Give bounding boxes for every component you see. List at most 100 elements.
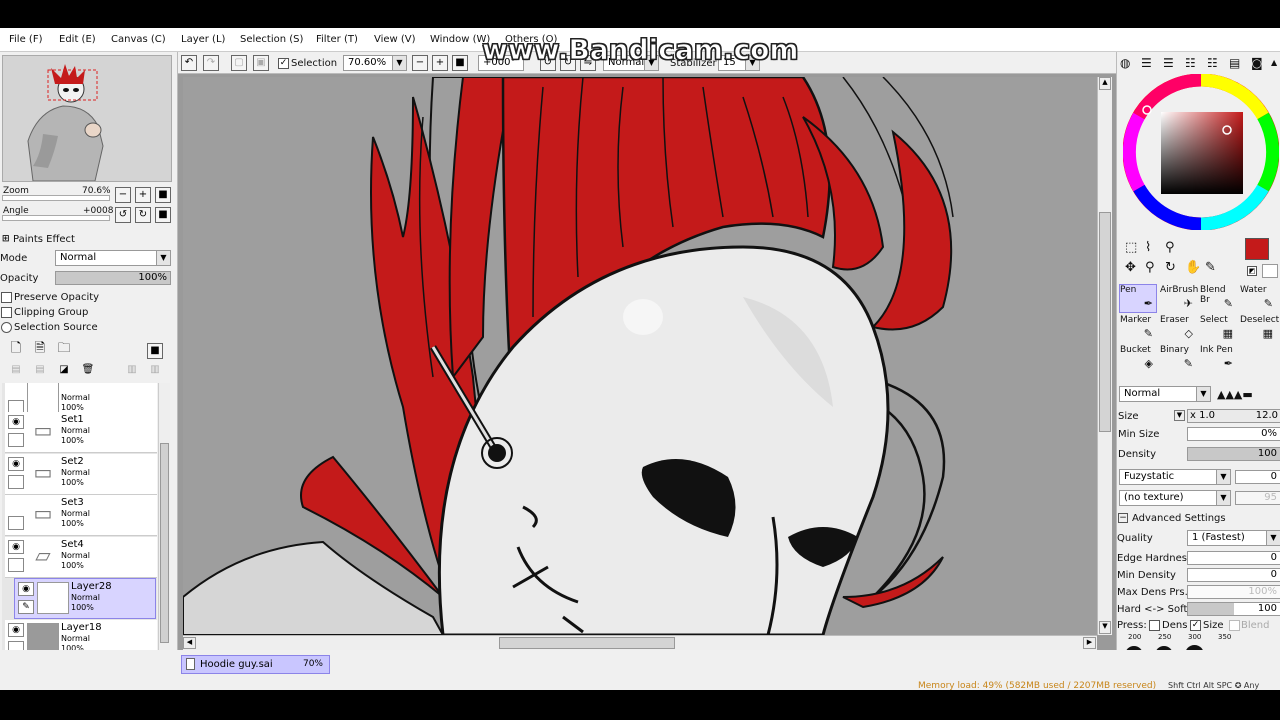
lock-icon[interactable] (8, 516, 24, 530)
transparent-color-icon[interactable]: ◩ (1247, 266, 1257, 276)
lasso-icon[interactable]: ⌇ (1145, 240, 1151, 255)
collapse-icon[interactable]: − (1118, 513, 1128, 523)
vertical-scroll-thumb[interactable] (1099, 212, 1111, 432)
lock-icon[interactable] (8, 475, 24, 489)
selection-checkbox[interactable]: ✓ (278, 58, 289, 69)
layer-item[interactable]: ◉ ▭ Set1 Normal 100% (5, 412, 157, 453)
tool-marker[interactable]: Marker ✎ (1119, 314, 1157, 343)
menu-selection[interactable]: Selection (S) (240, 34, 303, 45)
edge-hardness-slider[interactable]: 0 (1187, 551, 1280, 565)
scroll-up-icon[interactable]: ▲ (1099, 77, 1111, 90)
color-wheel-tab-icon[interactable]: ◍ (1120, 56, 1130, 70)
scroll-down-icon[interactable]: ▼ (1099, 621, 1111, 634)
hand-icon[interactable]: ✋ (1185, 260, 1201, 275)
copy-layer-icon[interactable]: ▤ (8, 363, 24, 379)
brush-shape-dropdown[interactable]: Fuzystatic ▼ (1119, 469, 1231, 485)
tool-blend-brush[interactable]: Blend Br ✎ (1199, 284, 1237, 313)
brush-shape-icons[interactable]: ▲▲▲▬ (1217, 388, 1253, 401)
tool-ink-pen[interactable]: Ink Pen ✒ (1199, 344, 1237, 373)
nav-rotate-reset-icon[interactable]: ■ (155, 207, 171, 223)
new-folder-icon[interactable]: 🗀 (56, 342, 72, 358)
layer-item[interactable]: ◉ ▱ Set4 Normal 100% (5, 537, 157, 578)
tool-deselect[interactable]: Deselect ▦ (1239, 314, 1279, 343)
transfer-down-icon[interactable]: ▥ (124, 363, 140, 379)
new-linework-layer-icon[interactable]: 🗎 (32, 342, 48, 358)
quality-dropdown[interactable]: 1 (Fastest) ▼ (1187, 530, 1280, 546)
angle-slider[interactable] (2, 215, 110, 221)
tool-bucket[interactable]: Bucket ◈ (1119, 344, 1157, 373)
rect-select-icon[interactable]: ⬚ (1125, 240, 1137, 255)
vertical-scrollbar[interactable]: ▲ ▼ (1097, 77, 1112, 635)
max-dens-prs-slider[interactable]: 100% (1187, 585, 1280, 599)
horizontal-scroll-thumb[interactable] (499, 637, 675, 649)
zoom-dropdown[interactable]: 70.60% ▼ (343, 55, 407, 71)
eye-icon[interactable]: ◉ (8, 457, 24, 471)
rgb-slider-tab-icon[interactable]: ☰ (1141, 56, 1152, 70)
tool-binary[interactable]: Binary ✎ (1159, 344, 1197, 373)
nav-zoom-out-icon[interactable]: − (115, 187, 131, 203)
layer-mode-dropdown[interactable]: Normal ▼ (55, 250, 171, 266)
press-blend-checkbox[interactable] (1229, 620, 1240, 631)
merge-down-icon[interactable]: ▤ (32, 363, 48, 379)
scroll-left-icon[interactable]: ◀ (183, 637, 196, 649)
layer-item[interactable]: ▭ Set3 Normal 100% (5, 495, 157, 536)
brush-blend-dropdown[interactable]: Normal ▼ (1119, 386, 1211, 402)
clear-layer-icon[interactable]: ◪ (56, 363, 72, 379)
eyedropper-icon[interactable]: ✎ (1205, 260, 1216, 275)
horizontal-scrollbar[interactable]: ◀ ▶ (183, 635, 1097, 650)
zoom-reset-icon[interactable]: ■ (452, 55, 468, 71)
min-size-slider[interactable]: 0% (1187, 427, 1280, 441)
brush-shape-strength[interactable]: 0 (1235, 470, 1280, 484)
tool-airbrush[interactable]: AirBrush ✈ (1159, 284, 1198, 313)
eye-icon[interactable]: ◉ (8, 415, 24, 429)
invert-selection-icon[interactable]: ▣ (253, 55, 269, 71)
undo-icon[interactable]: ↶ (181, 55, 197, 71)
hsv-slider-tab-icon[interactable]: ☰ (1163, 56, 1174, 70)
new-layer-icon[interactable]: 🗋 (8, 342, 24, 358)
layer-opacity-slider[interactable]: 100% (55, 271, 171, 285)
pen-icon[interactable]: ✎ (18, 600, 34, 614)
menu-canvas[interactable]: Canvas (C) (111, 34, 166, 45)
magic-wand-icon[interactable]: ⚲ (1165, 240, 1175, 255)
collapse-icon[interactable]: ⊞ (2, 234, 10, 244)
merge-visible-icon[interactable]: ▥ (147, 363, 163, 379)
palette-tab-icon[interactable]: ☷ (1185, 56, 1196, 70)
selection-source-radio[interactable] (1, 322, 12, 333)
layer-scrollbar[interactable] (158, 383, 170, 659)
layer-item[interactable]: ◉ ▭ Set2 Normal 100% (5, 454, 157, 495)
color-wheel[interactable] (1123, 74, 1279, 230)
scroll-right-icon[interactable]: ▶ (1083, 637, 1096, 649)
zoom-icon[interactable]: ⚲ (1145, 260, 1155, 275)
brush-texture-strength[interactable]: 95 (1235, 491, 1280, 505)
eye-icon[interactable]: ◉ (8, 623, 24, 637)
layer-item-selected[interactable]: ◉ ✎ Layer28 Normal 100% (14, 578, 156, 619)
menu-filter[interactable]: Filter (T) (316, 34, 358, 45)
rotate-icon[interactable]: ↻ (1165, 260, 1176, 275)
press-dens-checkbox[interactable] (1149, 620, 1160, 631)
tool-eraser[interactable]: Eraser ◇ (1159, 314, 1197, 343)
document-tab[interactable]: Hoodie guy.sai 70% (181, 655, 330, 674)
swatches-tab-icon[interactable]: ☷ (1207, 56, 1218, 70)
brush-texture-dropdown[interactable]: (no texture) ▼ (1119, 490, 1231, 506)
min-density-slider[interactable]: 0 (1187, 568, 1280, 582)
eye-icon[interactable]: ◉ (18, 582, 34, 596)
size-slider[interactable]: x 1.0 12.0 (1187, 409, 1280, 423)
drawing-canvas[interactable] (183, 77, 1097, 635)
lock-icon[interactable] (8, 433, 24, 447)
eye-icon[interactable]: ◉ (8, 540, 24, 554)
menu-view[interactable]: View (V) (374, 34, 416, 45)
move-icon[interactable]: ✥ (1125, 260, 1136, 275)
scratchpad-tab-icon[interactable]: ▤ (1229, 56, 1240, 70)
size-range-dropdown[interactable]: ▼ (1174, 410, 1185, 421)
preserve-opacity-checkbox[interactable] (1, 292, 12, 303)
scroll-up-icon[interactable]: ▲ (1271, 58, 1277, 67)
deselect-icon[interactable]: ▢ (231, 55, 247, 71)
zoom-in-icon[interactable]: + (432, 55, 448, 71)
layer-panel-option-icon[interactable]: ■ (147, 343, 163, 359)
zoom-slider[interactable] (2, 195, 110, 201)
navigator-preview[interactable] (2, 55, 172, 182)
tool-pen[interactable]: Pen ✒ (1119, 284, 1157, 313)
menu-layer[interactable]: Layer (L) (181, 34, 225, 45)
clipping-group-checkbox[interactable] (1, 307, 12, 318)
primary-color-swatch[interactable] (1245, 238, 1269, 260)
